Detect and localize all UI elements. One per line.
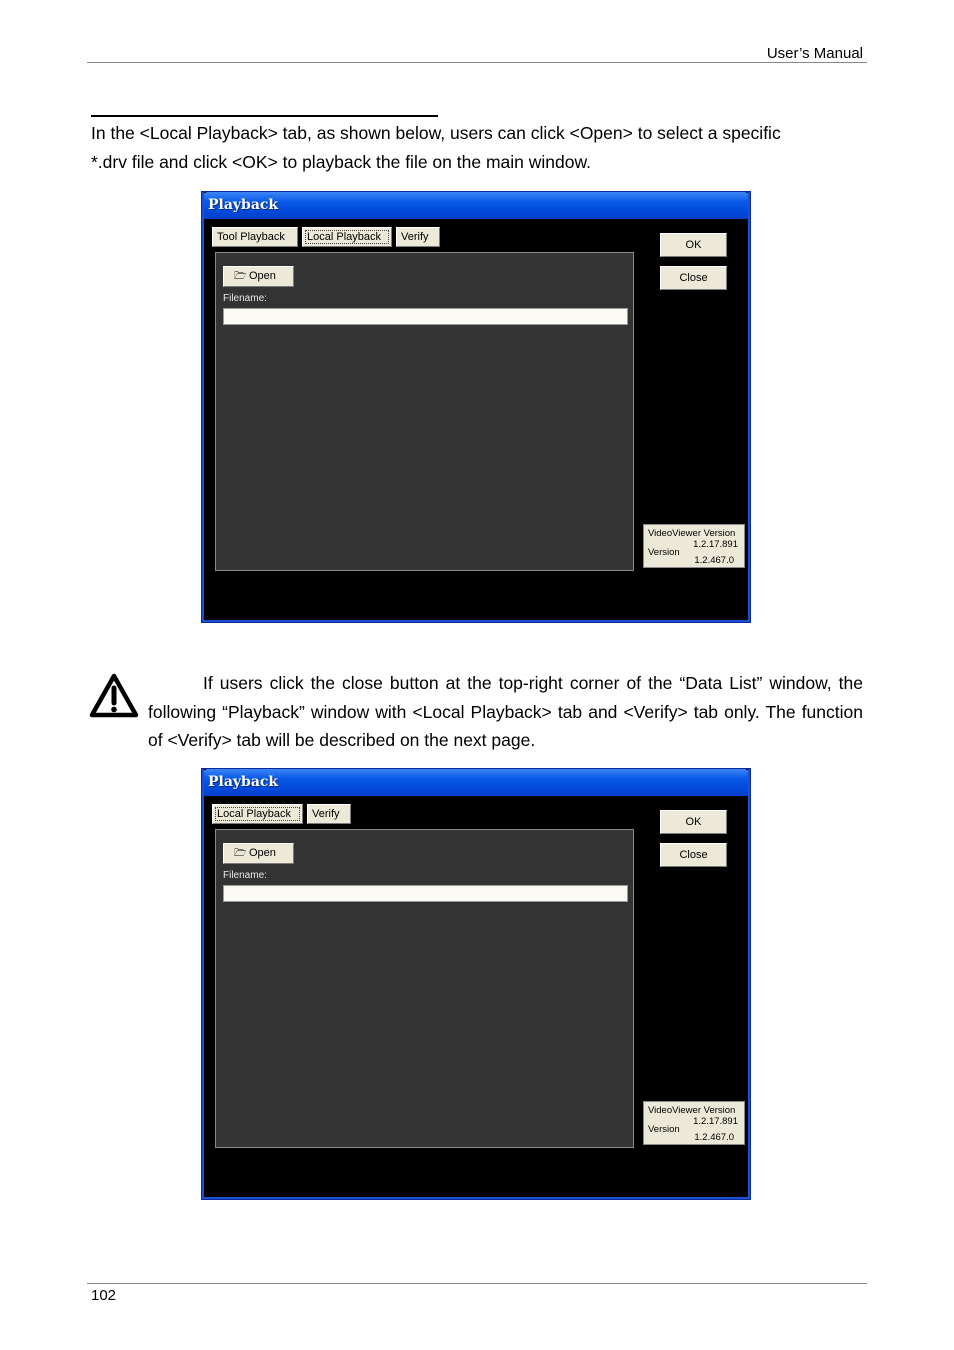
window-title: Playback bbox=[208, 774, 279, 790]
intro-line-1: In the <Local Playback> tab, as shown be… bbox=[91, 123, 781, 143]
tab-verify[interactable]: Verify bbox=[396, 227, 440, 247]
open-button-label: Open bbox=[249, 270, 276, 282]
title-bar: Playback bbox=[202, 192, 750, 219]
note-body: If users click the close button at the t… bbox=[148, 673, 863, 750]
filename-label: Filename: bbox=[223, 293, 267, 304]
filename-input[interactable] bbox=[223, 308, 628, 325]
version-label: Version bbox=[648, 547, 680, 558]
folder-icon: 🗁 bbox=[234, 848, 247, 859]
playback-window-1: Playback Tool Playback Local Playback Ve… bbox=[201, 191, 751, 623]
filename-input[interactable] bbox=[223, 885, 628, 902]
header-title: User’s Manual bbox=[766, 45, 863, 62]
viewer-version-value: 1.2.17.891 bbox=[693, 539, 738, 550]
tab-verify[interactable]: Verify bbox=[307, 804, 351, 824]
close-button[interactable]: Close bbox=[660, 843, 727, 867]
footer-divider bbox=[87, 1283, 867, 1284]
viewer-version-label: VideoViewer Version bbox=[648, 528, 736, 539]
viewer-version-label: VideoViewer Version bbox=[648, 1105, 736, 1116]
tab-local-playback[interactable]: Local Playback bbox=[302, 227, 392, 247]
version-info: VideoViewer Version 1.2.17.891 Version 1… bbox=[643, 1101, 745, 1145]
version-value: 1.2.467.0 bbox=[694, 555, 734, 566]
filename-label: Filename: bbox=[223, 870, 267, 881]
header-divider bbox=[87, 62, 867, 63]
tab-tool-playback[interactable]: Tool Playback bbox=[212, 227, 298, 247]
open-button[interactable]: 🗁 Open bbox=[223, 843, 294, 864]
close-button[interactable]: Close bbox=[660, 266, 727, 290]
warning-icon bbox=[89, 673, 139, 718]
window-title: Playback bbox=[208, 197, 279, 213]
folder-icon: 🗁 bbox=[234, 271, 247, 282]
tab-local-playback[interactable]: Local Playback bbox=[212, 804, 303, 824]
version-label: Version bbox=[648, 1124, 680, 1135]
page-number: 102 bbox=[91, 1287, 117, 1304]
title-bar: Playback bbox=[202, 769, 750, 796]
open-button-label: Open bbox=[249, 847, 276, 859]
note-text: If users click the close button at the t… bbox=[148, 669, 863, 755]
ok-button[interactable]: OK bbox=[660, 233, 727, 257]
intro-line-2: *.drv file and click <OK> to playback th… bbox=[91, 152, 591, 172]
playback-window-2: Playback Local Playback Verify 🗁 Open Fil… bbox=[201, 768, 751, 1200]
viewer-version-value: 1.2.17.891 bbox=[693, 1116, 738, 1127]
ok-button[interactable]: OK bbox=[660, 810, 727, 834]
local-playback-panel: 🗁 Open Filename: bbox=[215, 252, 634, 571]
section-rule bbox=[91, 115, 438, 117]
open-button[interactable]: 🗁 Open bbox=[223, 266, 294, 287]
local-playback-panel: 🗁 Open Filename: bbox=[215, 829, 634, 1148]
version-value: 1.2.467.0 bbox=[694, 1132, 734, 1143]
version-info: VideoViewer Version 1.2.17.891 Version 1… bbox=[643, 524, 745, 568]
